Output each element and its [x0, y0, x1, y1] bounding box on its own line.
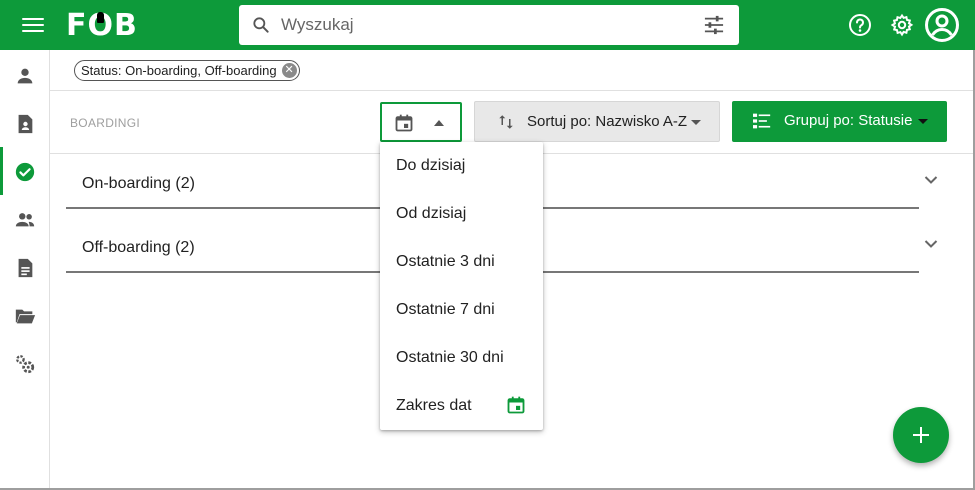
- sidebar-item-settings[interactable]: [0, 339, 50, 387]
- menu-item-to-today[interactable]: Do dzisiaj: [380, 142, 543, 190]
- page-title: BOARDINGI: [70, 116, 141, 130]
- menu-item-last-3-days[interactable]: Ostatnie 3 dni: [380, 238, 543, 286]
- account-icon[interactable]: [924, 7, 960, 43]
- menu-item-label: Ostatnie 7 dni: [396, 301, 495, 318]
- search-input[interactable]: [281, 11, 681, 39]
- sidebar-item-person[interactable]: [0, 51, 50, 99]
- chevron-down-icon[interactable]: [924, 175, 938, 185]
- chevron-down-icon: [691, 120, 701, 125]
- close-icon[interactable]: ✕: [281, 63, 297, 78]
- contact-document-icon: [18, 114, 33, 134]
- caret-up-icon: [434, 120, 444, 126]
- search-icon: [253, 17, 269, 33]
- menu-item-date-range[interactable]: Zakres dat: [380, 382, 543, 430]
- sidebar-item-people[interactable]: [0, 195, 50, 243]
- document-icon: [18, 258, 33, 278]
- sort-arrows-icon: [499, 115, 513, 129]
- top-app-bar: FOB: [0, 0, 975, 50]
- plus-icon-vertical: [920, 427, 922, 443]
- filter-chip-label: Status: On-boarding, Off-boarding: [81, 63, 277, 78]
- sort-label: Sortuj po: Nazwisko A-Z: [527, 113, 688, 130]
- settings-cog-icon: [16, 355, 35, 374]
- menu-item-label: Ostatnie 30 dni: [396, 349, 504, 366]
- sidebar-item-folders[interactable]: [0, 291, 50, 339]
- sidebar-item-documents[interactable]: [0, 243, 50, 291]
- sidebar-item-boardings[interactable]: [0, 147, 50, 195]
- menu-item-last-7-days[interactable]: Ostatnie 7 dni: [380, 286, 543, 334]
- sort-button[interactable]: Sortuj po: Nazwisko A-Z: [474, 101, 720, 142]
- people-icon: [15, 213, 35, 227]
- sidebar: [0, 50, 50, 490]
- chevron-down-icon: [918, 119, 928, 124]
- menu-icon[interactable]: [22, 15, 44, 35]
- section-label: On-boarding (2): [82, 175, 195, 192]
- calendar-icon: [395, 114, 413, 132]
- menu-item-from-today[interactable]: Od dzisiaj: [380, 190, 543, 238]
- date-filter-button[interactable]: [380, 102, 462, 142]
- tune-icon[interactable]: [703, 15, 725, 35]
- logo-pin: [97, 12, 104, 23]
- menu-item-label: Ostatnie 3 dni: [396, 253, 495, 270]
- sidebar-item-contact-document[interactable]: [0, 99, 50, 147]
- menu-item-last-30-days[interactable]: Ostatnie 30 dni: [380, 334, 543, 382]
- menu-item-label: Zakres dat: [396, 397, 472, 414]
- group-list-icon: [753, 113, 771, 129]
- folder-open-icon: [15, 309, 36, 324]
- group-label: Grupuj po: Statusie: [784, 112, 913, 129]
- chevron-down-icon[interactable]: [924, 239, 938, 249]
- help-icon[interactable]: [848, 13, 872, 37]
- check-circle-icon: [15, 162, 35, 182]
- menu-item-label: Do dzisiaj: [396, 157, 466, 174]
- calendar-icon: [507, 396, 525, 414]
- add-button[interactable]: [893, 407, 949, 463]
- search-bar: [239, 5, 739, 45]
- gear-icon[interactable]: [890, 13, 914, 37]
- group-button[interactable]: Grupuj po: Statusie: [732, 101, 947, 142]
- person-icon: [17, 68, 33, 84]
- date-filter-menu: Do dzisiaj Od dzisiaj Ostatnie 3 dni Ost…: [380, 142, 543, 430]
- app-logo[interactable]: FOB: [66, 6, 138, 46]
- menu-item-label: Od dzisiaj: [396, 205, 467, 222]
- section-label: Off-boarding (2): [82, 239, 195, 256]
- filter-bar: Status: On-boarding, Off-boarding ✕: [50, 50, 975, 91]
- filter-chip-status[interactable]: Status: On-boarding, Off-boarding ✕: [74, 60, 300, 81]
